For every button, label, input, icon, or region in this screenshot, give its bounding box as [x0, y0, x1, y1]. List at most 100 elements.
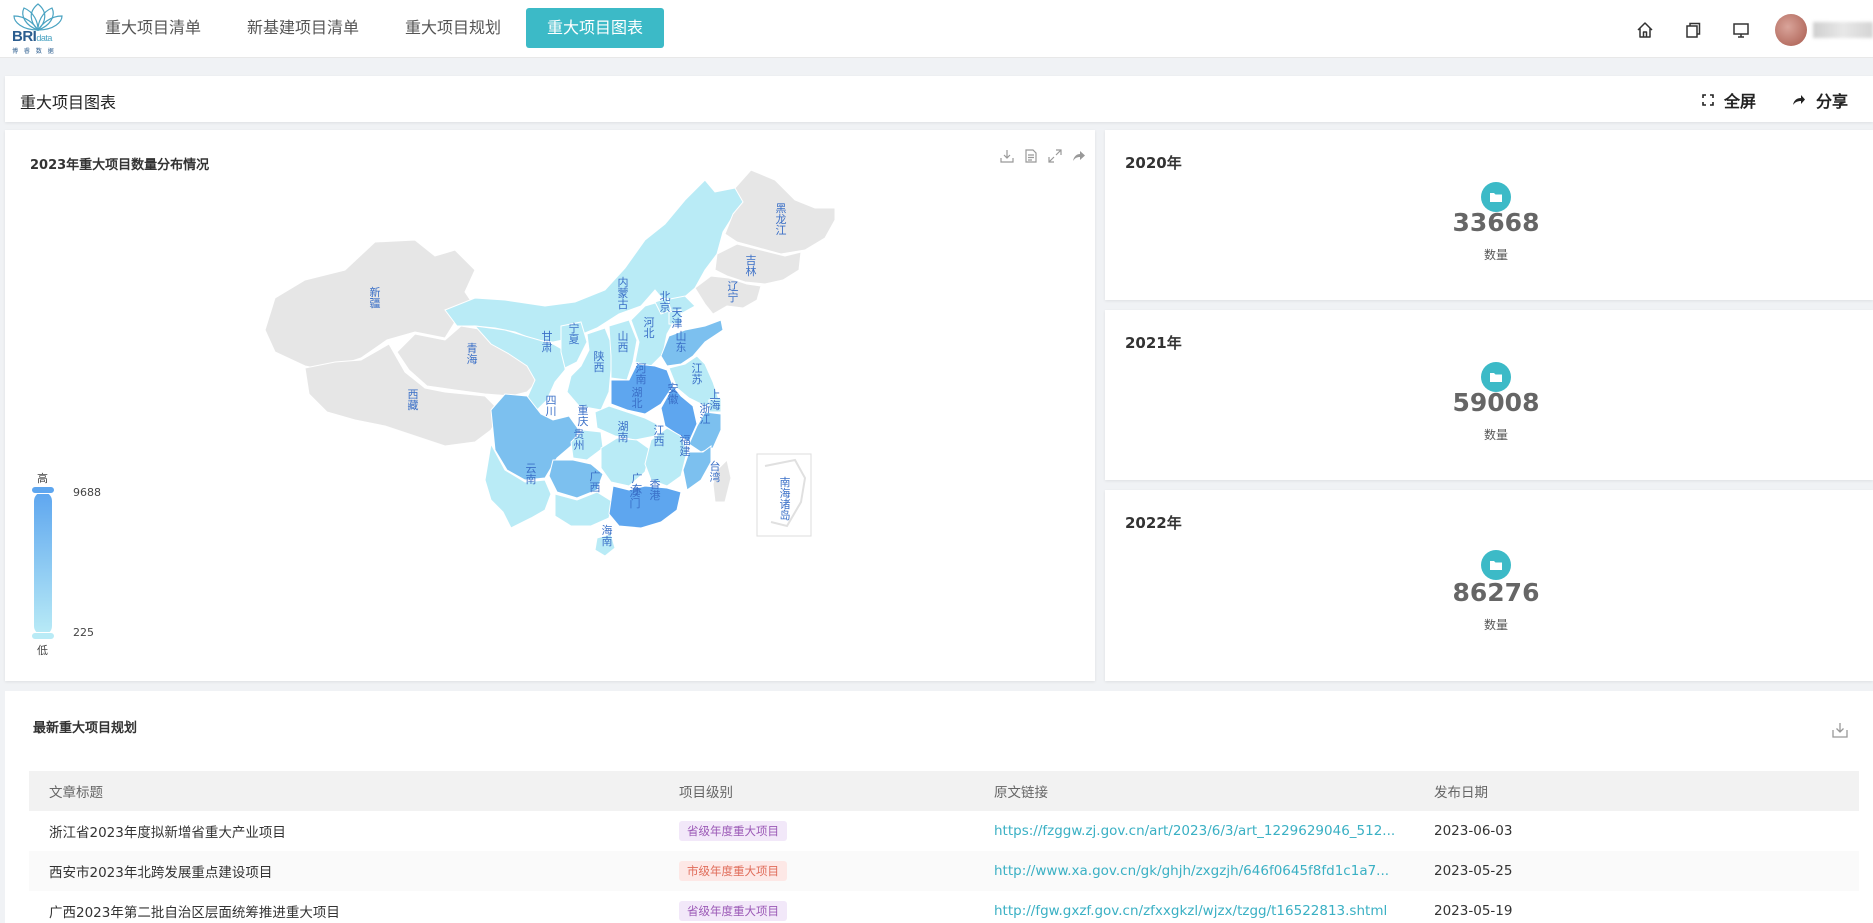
map-label: 香港: [650, 478, 661, 502]
logo-brand: BRI: [12, 28, 37, 45]
map-label: 湖北: [632, 386, 643, 410]
logo-brand-small: data: [36, 33, 52, 43]
map-label: 新疆: [370, 285, 381, 310]
source-link[interactable]: https://fzggw.zj.gov.cn/art/2023/6/3/art…: [994, 823, 1395, 839]
map-label: 贵州: [574, 428, 585, 452]
legend-gradient-bar: [34, 492, 52, 635]
stat-card-2022: 2022年 86276 数量: [1105, 490, 1873, 681]
fullscreen-icon: [1702, 94, 1714, 106]
map-label: 福建: [680, 433, 691, 458]
stat-year: 2022年: [1125, 514, 1182, 532]
stat-value: 33668: [1452, 208, 1540, 237]
logo-subtitle: 博 睿 数 据: [12, 48, 56, 55]
copy-icon[interactable]: [1669, 15, 1717, 45]
map-visual-legend: 高 9688 225 低: [31, 466, 111, 666]
map-label: 台湾: [710, 459, 721, 484]
map-label: 四川: [546, 394, 557, 418]
map-label: 北京: [660, 290, 671, 314]
legend-min-value: 225: [73, 626, 94, 639]
stat-label: 数量: [1483, 618, 1508, 632]
stat-value: 86276: [1452, 578, 1540, 607]
fullscreen-button[interactable]: 全屏: [1702, 88, 1756, 112]
map-label: 宁夏: [569, 321, 580, 346]
table-row[interactable]: 浙江省2023年度拟新增省重大产业项目 省级年度重大项目 https://fzg…: [29, 811, 1859, 851]
stat-value: 59008: [1452, 388, 1540, 417]
download-icon[interactable]: [1831, 721, 1849, 743]
user-avatar[interactable]: [1775, 14, 1807, 46]
map-label: 西藏: [408, 388, 419, 412]
top-navbar: BRIdata 博 睿 数 据 重大项目清单 新基建项目清单 重大项目规划 重大…: [0, 0, 1873, 58]
map-label: 南海诸岛: [780, 476, 791, 522]
col-header-link[interactable]: 原文链接: [974, 771, 1414, 811]
map-label: 安徽: [668, 381, 679, 406]
col-header-date[interactable]: 发布日期: [1414, 771, 1859, 811]
user-name-blurred[interactable]: [1813, 22, 1873, 38]
map-label: 天津: [672, 306, 683, 330]
map-label: 山东: [676, 330, 687, 354]
fullscreen-label: 全屏: [1723, 92, 1756, 111]
map-label: 河北: [644, 316, 655, 340]
col-header-title[interactable]: 文章标题: [29, 771, 659, 811]
map-label: 湖南: [618, 420, 629, 444]
source-link[interactable]: http://fgw.gxzf.gov.cn/zfxxgkzl/wjzx/tzg…: [994, 903, 1387, 919]
map-label: 广西: [590, 470, 601, 494]
map-label: 山西: [618, 330, 629, 354]
latest-plans-card: 最新重大项目规划 文章标题 项目级别 原文链接 发布日期 浙江省2023年度拟新…: [5, 691, 1873, 923]
row-title[interactable]: 广西2023年第二批自治区层面统筹推进重大项目: [29, 891, 659, 923]
map-region-neimenggu[interactable]: [444, 179, 746, 343]
map-label: 辽宁: [728, 280, 739, 304]
legend-min-handle[interactable]: [31, 632, 55, 640]
share-button[interactable]: 分享: [1792, 88, 1848, 112]
main-nav: 重大项目清单 新基建项目清单 重大项目规划 重大项目图表: [84, 8, 668, 48]
page-title: 重大项目图表: [20, 93, 117, 112]
legend-low-label: 低: [37, 644, 48, 657]
table-header-row: 文章标题 项目级别 原文链接 发布日期: [29, 771, 1859, 811]
monitor-icon[interactable]: [1717, 15, 1765, 45]
nav-tab-major-project-charts[interactable]: 重大项目图表: [526, 8, 665, 48]
map-label: 甘肃: [542, 330, 553, 354]
row-date: 2023-06-03: [1434, 823, 1513, 839]
table-row[interactable]: 西安市2023年北跨发展重点建设项目 市级年度重大项目 http://www.x…: [29, 851, 1859, 891]
nav-tab-major-project-plan[interactable]: 重大项目规划: [384, 8, 522, 48]
col-header-level[interactable]: 项目级别: [659, 771, 974, 811]
stat-card-2021: 2021年 59008 数量: [1105, 310, 1873, 480]
row-title[interactable]: 西安市2023年北跨发展重点建设项目: [29, 851, 659, 891]
map-label: 内蒙古: [618, 275, 629, 311]
map-label: 上海: [710, 388, 721, 412]
level-badge: 省级年度重大项目: [679, 901, 787, 921]
source-link[interactable]: http://www.xa.gov.cn/gk/ghjh/zxgzjh/646f…: [994, 863, 1389, 879]
map-label: 青海: [467, 342, 478, 366]
table-row[interactable]: 广西2023年第二批自治区层面统筹推进重大项目 省级年度重大项目 http://…: [29, 891, 1859, 923]
share-icon: [1792, 95, 1805, 105]
row-date: 2023-05-25: [1414, 851, 1859, 891]
map-region-guangdong[interactable]: [608, 485, 682, 529]
share-label: 分享: [1815, 92, 1848, 111]
home-icon[interactable]: [1621, 15, 1669, 45]
map-label: 吉林: [746, 254, 757, 278]
legend-high-label: 高: [37, 472, 48, 485]
top-right-toolbar: [1621, 14, 1873, 46]
stat-label: 数量: [1483, 428, 1508, 442]
map-label: 云南: [526, 462, 537, 486]
level-badge: 省级年度重大项目: [679, 821, 787, 841]
page-actions: 全屏 分享: [1702, 88, 1848, 112]
stat-label: 数量: [1483, 248, 1508, 262]
legend-max-handle[interactable]: [31, 486, 55, 494]
level-badge: 市级年度重大项目: [679, 861, 787, 881]
map-region-guangxi[interactable]: [554, 491, 614, 527]
map-region-hunan[interactable]: [600, 437, 652, 487]
bridata-logo[interactable]: BRIdata 博 睿 数 据: [10, 2, 66, 56]
nav-tab-major-project-list[interactable]: 重大项目清单: [84, 8, 222, 48]
legend-max-value: 9688: [73, 486, 101, 499]
stat-card-2020: 2020年 33668 数量: [1105, 130, 1873, 300]
map-label: 浙江: [700, 402, 711, 426]
row-title[interactable]: 浙江省2023年度拟新增省重大产业项目: [29, 811, 659, 851]
map-label: 陕西: [594, 349, 605, 374]
row-date: 2023-05-19: [1434, 903, 1513, 919]
stat-year: 2020年: [1125, 154, 1182, 172]
nav-tab-new-infrastructure-list[interactable]: 新基建项目清单: [226, 8, 380, 48]
page-title-bar: 重大项目图表 全屏 分享: [5, 76, 1873, 122]
map-label: 江西: [654, 424, 665, 448]
map-label: 重庆: [578, 403, 589, 428]
folder-icon: [1481, 550, 1511, 580]
